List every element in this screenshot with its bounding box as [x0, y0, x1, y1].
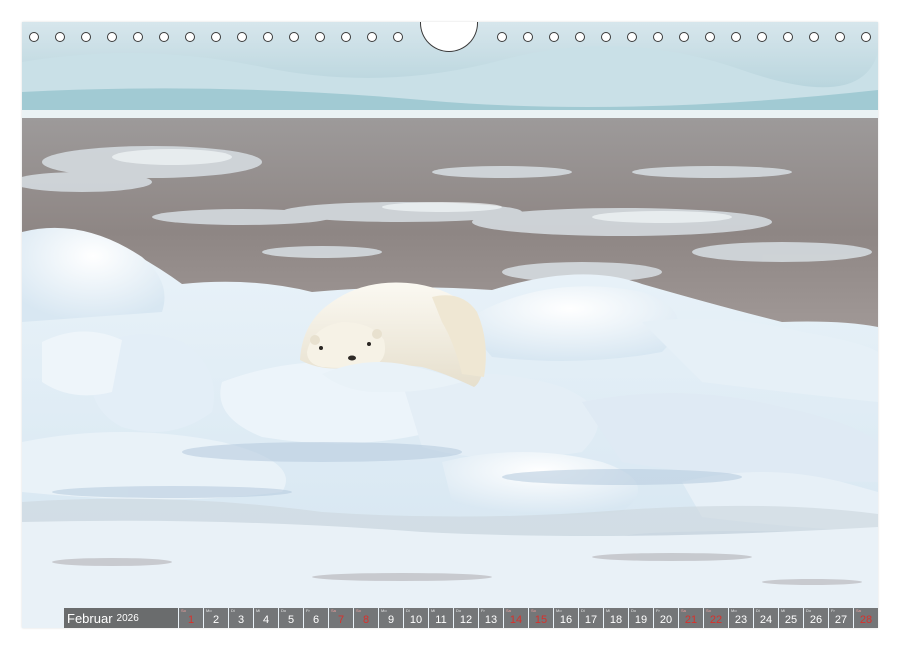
weekday-label: Di [406, 608, 410, 613]
day-number: 10 [409, 614, 423, 626]
day-cell: Mo 23 [729, 608, 753, 628]
weekday-label: Sa [331, 608, 336, 613]
day-number: 3 [237, 614, 245, 626]
day-number: 17 [584, 614, 598, 626]
weekday-label: Mo [731, 608, 737, 613]
weekday-label: So [181, 608, 186, 613]
day-cell: Mi 11 [429, 608, 453, 628]
weekday-label: Mi [781, 608, 786, 613]
day-cell: Do 5 [279, 608, 303, 628]
day-number: 21 [684, 614, 698, 626]
day-number: 26 [809, 614, 823, 626]
weekday-label: So [531, 608, 536, 613]
day-number: 5 [287, 614, 295, 626]
day-number: 28 [859, 614, 873, 626]
day-number: 9 [387, 614, 395, 626]
calendar-page: Februar 2026 So 1 Mo 2 Di 3 Mi 4 Do 5 Fr 6 Sa 7 So 8 Mo 9… [22, 22, 878, 628]
weekday-label: Di [231, 608, 235, 613]
weekday-label: Sa [856, 608, 861, 613]
day-number: 2 [212, 614, 220, 626]
day-number: 4 [262, 614, 270, 626]
day-number: 11 [435, 614, 447, 626]
weekday-label: Do [456, 608, 462, 613]
day-number: 13 [484, 614, 498, 626]
month-year: 2026 [116, 612, 139, 624]
day-cell: So 8 [354, 608, 378, 628]
day-cell: Sa 28 [854, 608, 878, 628]
day-cell: Sa 14 [504, 608, 528, 628]
day-number: 8 [362, 614, 370, 626]
weekday-label: Do [631, 608, 637, 613]
day-cell: Sa 21 [679, 608, 703, 628]
day-number: 14 [509, 614, 523, 626]
weekday-label: Mo [381, 608, 387, 613]
weekday-label: Sa [681, 608, 686, 613]
day-number: 20 [659, 614, 673, 626]
day-cell: Sa 7 [329, 608, 353, 628]
day-cells: So 1 Mo 2 Di 3 Mi 4 Do 5 Fr 6 Sa 7 So 8 Mo 9 Di 10 Mi 11 Do 12 F… [179, 608, 878, 628]
day-cell: Fr 27 [829, 608, 853, 628]
day-number: 15 [534, 614, 548, 626]
weekday-label: Mi [431, 608, 436, 613]
weekday-label: Di [581, 608, 585, 613]
day-cell: Di 17 [579, 608, 603, 628]
day-cell: Mi 4 [254, 608, 278, 628]
day-cell: Mo 16 [554, 608, 578, 628]
day-cell: Mi 18 [604, 608, 628, 628]
weekday-label: Di [756, 608, 760, 613]
weekday-label: Mi [606, 608, 611, 613]
day-cell: Mi 25 [779, 608, 803, 628]
day-number: 1 [187, 614, 195, 626]
weekday-label: So [706, 608, 711, 613]
weekday-label: Do [806, 608, 812, 613]
day-number: 25 [784, 614, 798, 626]
day-cell: Di 10 [404, 608, 428, 628]
weekday-label: Mo [556, 608, 562, 613]
weekday-label: Fr [656, 608, 660, 613]
day-cell: So 1 [179, 608, 203, 628]
day-cell: Fr 13 [479, 608, 503, 628]
day-number: 24 [759, 614, 773, 626]
day-number: 7 [337, 614, 345, 626]
day-cell: Mo 9 [379, 608, 403, 628]
day-cell: Do 12 [454, 608, 478, 628]
weekday-label: Fr [481, 608, 485, 613]
day-number: 27 [834, 614, 848, 626]
weekday-label: Do [281, 608, 287, 613]
day-cell: Di 3 [229, 608, 253, 628]
calendar-strip: Februar 2026 So 1 Mo 2 Di 3 Mi 4 Do 5 Fr 6 Sa 7 So 8 Mo 9… [64, 608, 878, 628]
day-cell: Mo 2 [204, 608, 228, 628]
day-cell: So 15 [529, 608, 553, 628]
day-cell: Di 24 [754, 608, 778, 628]
weekday-label: Mi [256, 608, 261, 613]
polar-bear-photo [22, 22, 878, 628]
day-number: 18 [609, 614, 623, 626]
day-cell: So 22 [704, 608, 728, 628]
day-cell: Fr 20 [654, 608, 678, 628]
day-cell: Fr 6 [304, 608, 328, 628]
day-number: 16 [559, 614, 573, 626]
weekday-label: Fr [831, 608, 835, 613]
day-number: 12 [459, 614, 473, 626]
weekday-label: Mo [206, 608, 212, 613]
day-number: 6 [312, 614, 320, 626]
weekday-label: Sa [506, 608, 511, 613]
day-number: 19 [634, 614, 648, 626]
month-name: Februar [67, 610, 113, 626]
day-number: 23 [734, 614, 748, 626]
day-cell: Do 19 [629, 608, 653, 628]
weekday-label: So [356, 608, 361, 613]
day-cell: Do 26 [804, 608, 828, 628]
day-number: 22 [709, 614, 723, 626]
weekday-label: Fr [306, 608, 310, 613]
month-label: Februar 2026 [64, 608, 178, 628]
